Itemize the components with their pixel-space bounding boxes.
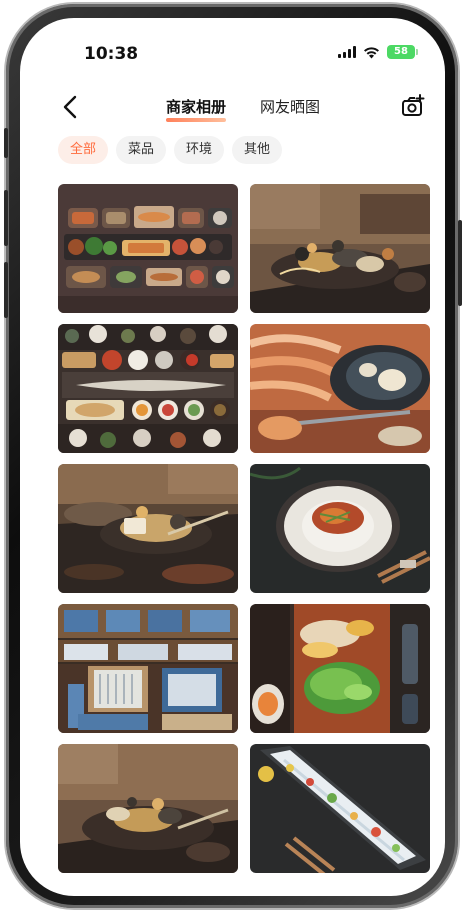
photo-8[interactable] xyxy=(250,604,430,733)
camera-add-icon[interactable] xyxy=(399,92,427,120)
filter-chip-dishes[interactable]: 菜品 xyxy=(116,136,167,164)
signal-icon xyxy=(338,46,356,58)
nav-bar: 商家相册 网友晒图 xyxy=(20,90,445,126)
screen: 10:38 58 商家相册 网友晒图 全部 菜品 环境 其他 xyxy=(20,18,445,896)
tab-user-photos-label: 网友晒图 xyxy=(260,98,321,116)
photo-10[interactable] xyxy=(250,744,430,873)
status-bar: 10:38 58 xyxy=(20,18,445,78)
mute-switch xyxy=(4,128,8,158)
filter-chip-other[interactable]: 其他 xyxy=(232,136,283,164)
volume-up-button xyxy=(4,190,8,246)
photo-6[interactable] xyxy=(250,464,430,593)
tab-merchant-album-label: 商家相册 xyxy=(166,98,227,116)
filter-chips: 全部 菜品 环境 其他 xyxy=(58,136,283,164)
photo-1[interactable] xyxy=(58,184,238,313)
volume-down-button xyxy=(4,262,8,318)
tab-active-indicator xyxy=(166,118,227,122)
photo-grid xyxy=(58,184,430,873)
photo-7[interactable] xyxy=(58,604,238,733)
filter-chip-all[interactable]: 全部 xyxy=(58,136,109,164)
filter-chip-environment[interactable]: 环境 xyxy=(174,136,225,164)
tab-merchant-album[interactable]: 商家相册 xyxy=(166,96,227,122)
power-button xyxy=(458,220,462,306)
photo-9[interactable] xyxy=(58,744,238,873)
photo-5[interactable] xyxy=(58,464,238,593)
battery-icon: 58 xyxy=(387,45,418,59)
back-arrow-icon[interactable] xyxy=(60,94,82,120)
status-time: 10:38 xyxy=(84,44,139,64)
photo-4[interactable] xyxy=(250,324,430,453)
photo-2[interactable] xyxy=(250,184,430,313)
tab-user-photos[interactable]: 网友晒图 xyxy=(260,96,320,117)
photo-3[interactable] xyxy=(58,324,238,453)
wifi-icon xyxy=(364,46,379,58)
status-icons: 58 xyxy=(338,45,418,59)
